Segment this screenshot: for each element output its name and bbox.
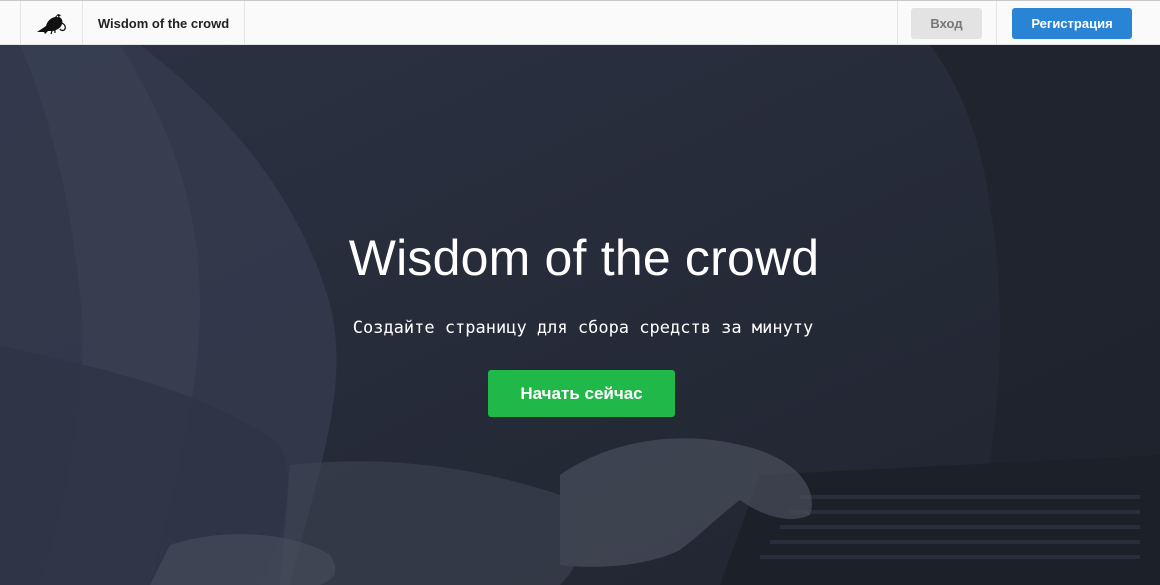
start-now-button[interactable]: Начать сейчас — [488, 370, 675, 417]
top-navbar: Wisdom of the crowd Вход Регистрация — [0, 0, 1160, 45]
register-button[interactable]: Регистрация — [1012, 8, 1132, 39]
hero-title: Wisdom of the crowd — [348, 230, 820, 286]
logo-link[interactable] — [20, 1, 83, 45]
login-button[interactable]: Вход — [911, 8, 982, 39]
brand-name[interactable]: Wisdom of the crowd — [83, 1, 245, 45]
hero-section: Wisdom of the crowd Создайте страницу дл… — [0, 45, 1160, 585]
hero-background-image — [0, 45, 1160, 585]
hero-subtitle: Создайте страницу для сбора средств за м… — [352, 318, 814, 338]
crow-icon — [36, 14, 66, 35]
